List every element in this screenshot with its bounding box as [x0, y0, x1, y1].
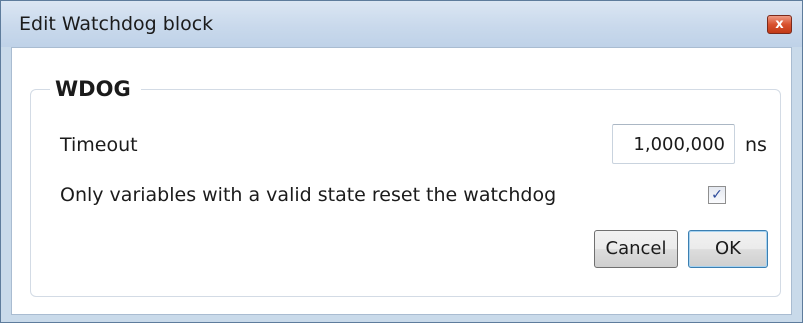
timeout-unit-label: ns: [745, 134, 767, 156]
checkmark-icon: ✓: [711, 187, 723, 203]
valid-state-label: Only variables with a valid state reset …: [60, 184, 557, 206]
close-button[interactable]: x: [767, 15, 792, 34]
timeout-label: Timeout: [60, 134, 138, 156]
ok-button[interactable]: OK: [688, 230, 768, 268]
group-title: WDOG: [50, 77, 141, 101]
window-title: Edit Watchdog block: [19, 13, 214, 35]
timeout-input[interactable]: [612, 124, 735, 164]
title-bar[interactable]: Edit Watchdog block x: [1, 1, 802, 47]
cancel-button[interactable]: Cancel: [594, 230, 678, 268]
close-icon: x: [775, 17, 784, 32]
valid-state-checkbox[interactable]: ✓: [708, 186, 726, 204]
